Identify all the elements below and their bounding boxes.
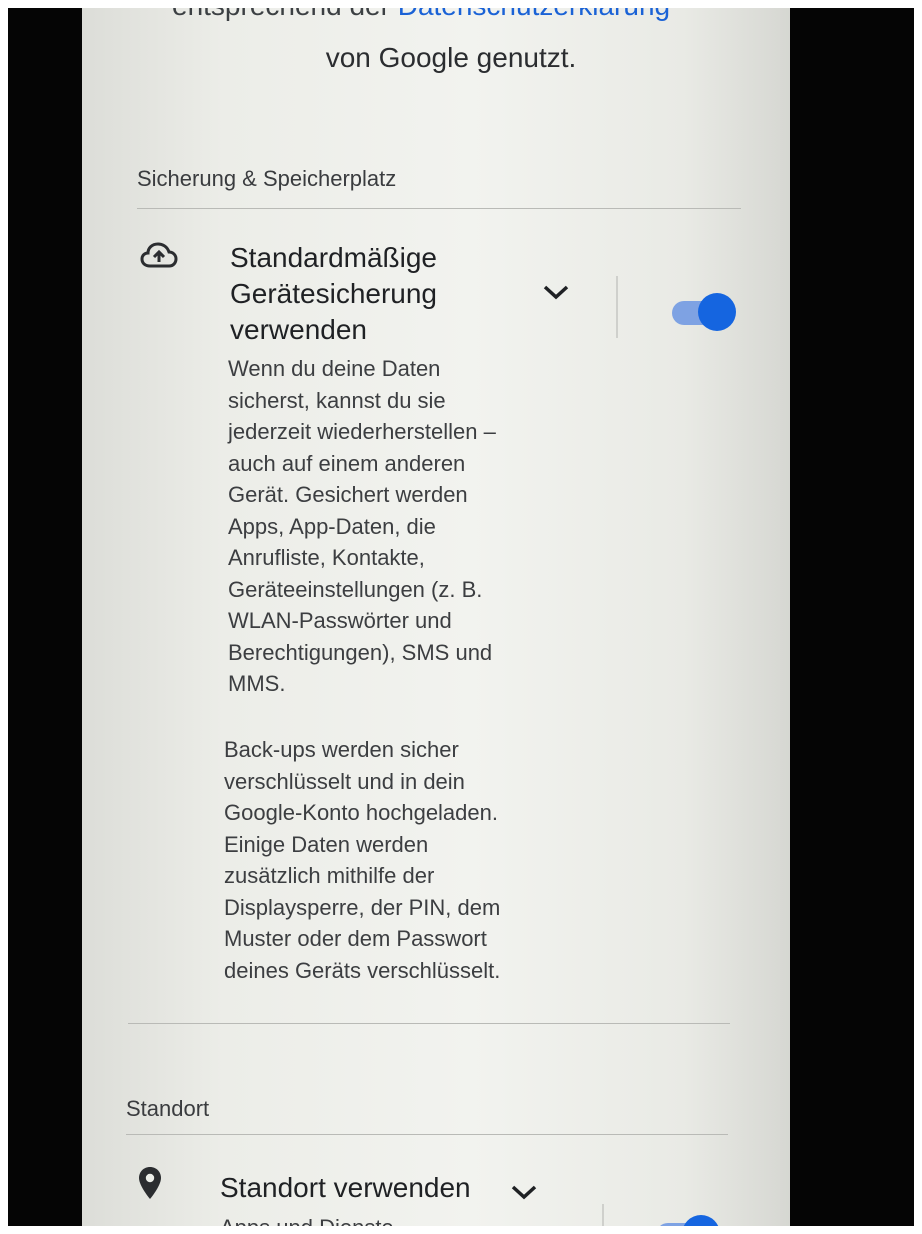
description-line: deines Geräts verschlüsselt. — [224, 957, 501, 983]
backup-description-para1: Wenn du deine Daten sicherst, kannst du … — [228, 353, 496, 700]
setup-screen[interactable]: entsprechend der Datenschutzerklärung vo… — [82, 8, 790, 1226]
description-line: Google-Konto hochgeladen. — [224, 800, 498, 825]
privacy-notice-consent-line: von Google genutzt. — [325, 42, 577, 73]
photo-frame: entsprechend der Datenschutzerklärung vo… — [0, 0, 922, 1234]
cloud-upload-icon — [140, 242, 178, 268]
description-line: Displaysperre, der PIN, dem — [224, 894, 501, 920]
privacy-notice-prefix: entsprechend der — [172, 8, 390, 21]
description-line: MMS. — [228, 671, 286, 696]
description-line: Muster oder dem Passwort — [224, 926, 487, 951]
description-line: auch auf einem anderen — [228, 450, 466, 476]
location-toggle[interactable] — [656, 1212, 720, 1226]
description-line: Anrufliste, Kontakte, — [228, 545, 425, 570]
location-setting-title[interactable]: Standort verwenden — [220, 1170, 471, 1206]
description-line: Berechtigungen), SMS und — [228, 639, 493, 665]
backup-description-para2: Back-ups werden sicher verschlüsselt und… — [224, 734, 500, 986]
backup-title-line: Gerätesicherung — [230, 278, 438, 309]
backup-title-line: Standardmäßige — [230, 242, 438, 273]
location-pin-icon — [139, 1167, 161, 1199]
privacy-notice-cut-line: entsprechend der Datenschutzerklärung — [172, 8, 670, 22]
description-line: zusätzlich mithilfe der — [224, 863, 435, 888]
section-header-backup: Sicherung & Speicherplatz — [137, 166, 397, 191]
description-line: WLAN-Passwörter und — [228, 608, 452, 633]
section-divider — [137, 208, 741, 209]
toggle-separator — [616, 276, 618, 338]
description-line: Back-ups werden sicher — [224, 737, 459, 762]
description-line: Apps, App-Daten, die — [228, 513, 436, 539]
description-line: Gerät. Gesichert werden — [228, 482, 468, 507]
section-divider — [128, 1023, 730, 1024]
description-line: verschlüsselt und in dein — [224, 768, 465, 794]
section-divider — [126, 1134, 728, 1135]
backup-title-line: verwenden — [230, 314, 367, 345]
description-line: jederzeit wiederherstellen – — [228, 419, 496, 444]
description-line: sicherst, kannst du sie — [228, 387, 446, 413]
backup-setting-title[interactable]: Standardmäßige Gerätesicherung verwenden — [230, 240, 437, 348]
toggle-thumb — [698, 293, 736, 331]
description-line: Wenn du deine Daten — [228, 356, 441, 381]
toggle-thumb — [682, 1215, 720, 1226]
location-description: Apps und Dienste — [220, 1212, 394, 1226]
chevron-down-icon[interactable] — [542, 283, 570, 301]
description-line: Einige Daten werden — [224, 831, 429, 857]
toggle-separator — [602, 1204, 604, 1226]
description-line: Geräteeinstellungen (z. B. — [228, 576, 483, 602]
section-header-location: Standort — [126, 1096, 210, 1121]
chevron-down-icon[interactable] — [510, 1183, 538, 1201]
backup-toggle[interactable] — [672, 290, 736, 334]
privacy-policy-link[interactable]: Datenschutzerklärung — [398, 8, 670, 21]
